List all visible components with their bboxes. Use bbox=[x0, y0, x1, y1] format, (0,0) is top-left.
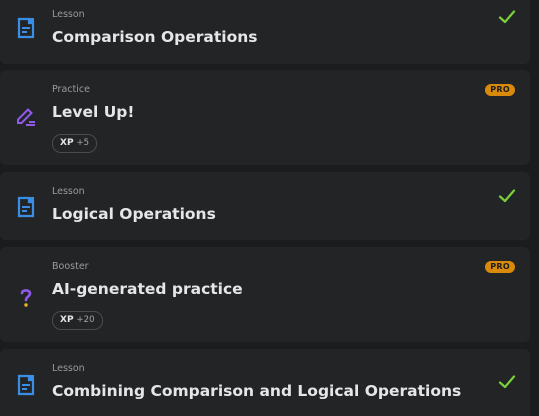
item-title: Combining Comparison and Logical Operati… bbox=[52, 382, 462, 400]
xp-value: +5 bbox=[76, 138, 90, 148]
checkmark-icon bbox=[498, 10, 516, 24]
list-item-lesson[interactable]: Lesson Comparison Operations bbox=[0, 0, 530, 64]
item-type-label: Lesson bbox=[52, 9, 85, 20]
item-title: Level Up! bbox=[52, 103, 135, 121]
lesson-document-icon bbox=[17, 374, 35, 396]
item-type-label: Lesson bbox=[52, 363, 85, 374]
list-item-booster[interactable]: Booster AI-generated practice XP +20 PRO bbox=[0, 247, 530, 342]
xp-label: XP bbox=[60, 138, 74, 148]
lesson-document-icon bbox=[17, 17, 35, 39]
xp-value: +20 bbox=[76, 315, 95, 325]
item-title: Logical Operations bbox=[52, 205, 216, 223]
pencil-practice-icon bbox=[17, 108, 35, 126]
checkmark-icon bbox=[498, 375, 516, 389]
list-item-practice[interactable]: Practice Level Up! XP +5 PRO bbox=[0, 70, 530, 165]
list-item-lesson[interactable]: Lesson Combining Comparison and Logical … bbox=[0, 349, 530, 416]
pro-badge: PRO bbox=[485, 84, 515, 96]
item-type-label: Booster bbox=[52, 261, 89, 272]
scrollbar[interactable] bbox=[530, 0, 539, 416]
question-mark-icon bbox=[20, 289, 32, 307]
item-title: Comparison Operations bbox=[52, 28, 258, 46]
xp-label: XP bbox=[60, 315, 74, 325]
lesson-document-icon bbox=[17, 196, 35, 218]
item-title: AI-generated practice bbox=[52, 280, 243, 298]
xp-chip: XP +5 bbox=[52, 134, 98, 153]
item-type-label: Practice bbox=[52, 84, 90, 95]
pro-badge: PRO bbox=[485, 261, 515, 273]
list-item-lesson[interactable]: Lesson Logical Operations bbox=[0, 172, 530, 240]
item-type-label: Lesson bbox=[52, 186, 85, 197]
checkmark-icon bbox=[498, 189, 516, 203]
lesson-list: Lesson Comparison Operations Practice Le… bbox=[0, 0, 539, 416]
xp-chip: XP +20 bbox=[52, 311, 103, 330]
